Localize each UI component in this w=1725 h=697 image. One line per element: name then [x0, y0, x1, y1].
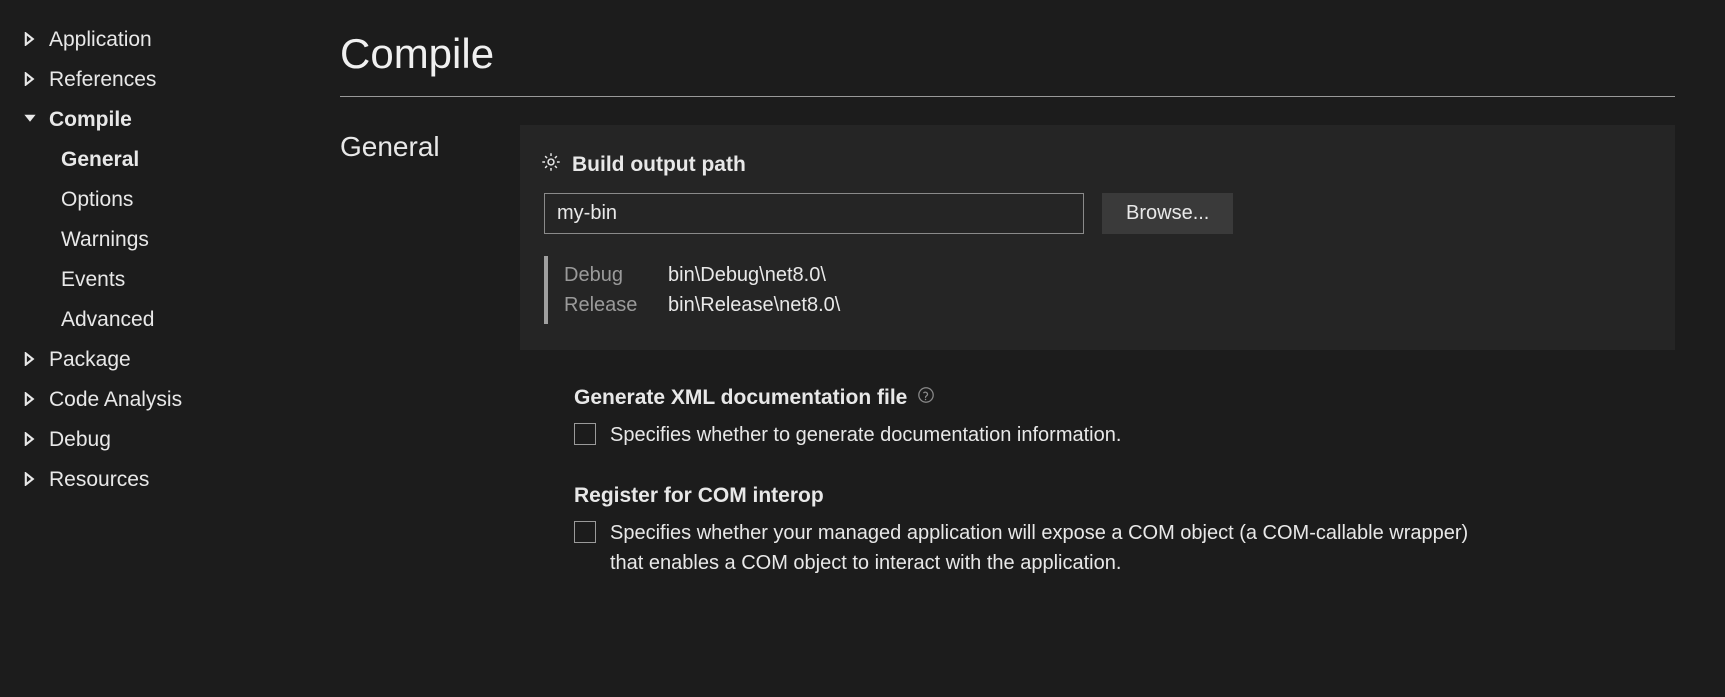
- gear-icon: [540, 151, 562, 179]
- sidebar-sub-warnings[interactable]: Warnings: [13, 220, 320, 260]
- sidebar-item-application[interactable]: Application: [13, 20, 320, 60]
- sidebar-item-label: Debug: [49, 428, 111, 452]
- chevron-right-icon: [23, 428, 49, 452]
- xml-doc-option: Generate XML documentation file Specifie…: [520, 386, 1675, 450]
- build-output-title: Build output path: [572, 153, 746, 177]
- config-name: Release: [564, 290, 644, 320]
- browse-button[interactable]: Browse...: [1102, 193, 1233, 234]
- sidebar-sub-events[interactable]: Events: [13, 260, 320, 300]
- chevron-down-icon: [23, 108, 49, 132]
- config-row-release: Release bin\Release\net8.0\: [564, 290, 1645, 320]
- xml-doc-title: Generate XML documentation file: [574, 386, 907, 410]
- sidebar-item-references[interactable]: References: [13, 60, 320, 100]
- com-interop-option: Register for COM interop Specifies wheth…: [520, 484, 1675, 578]
- xml-doc-desc: Specifies whether to generate documentat…: [610, 420, 1121, 450]
- config-row-debug: Debug bin\Debug\net8.0\: [564, 260, 1645, 290]
- sidebar-item-package[interactable]: Package: [13, 340, 320, 380]
- sidebar-item-label: Application: [49, 28, 152, 52]
- chevron-right-icon: [23, 28, 49, 52]
- build-output-panel: Build output path Browse... Debug bin\De…: [520, 125, 1675, 350]
- build-config-list: Debug bin\Debug\net8.0\ Release bin\Rele…: [544, 256, 1645, 324]
- sidebar-item-compile[interactable]: Compile: [13, 100, 320, 140]
- config-name: Debug: [564, 260, 644, 290]
- sidebar-item-resources[interactable]: Resources: [13, 460, 320, 500]
- chevron-right-icon: [23, 388, 49, 412]
- com-interop-title: Register for COM interop: [574, 484, 824, 508]
- main-content: Compile General Build output path: [320, 0, 1725, 697]
- sidebar-sub-advanced[interactable]: Advanced: [13, 300, 320, 340]
- sidebar-sub-general[interactable]: General: [13, 140, 320, 180]
- sidebar-item-label: Code Analysis: [49, 388, 182, 412]
- sidebar-item-label: References: [49, 68, 156, 92]
- com-interop-checkbox[interactable]: [574, 521, 596, 543]
- xml-doc-checkbox[interactable]: [574, 423, 596, 445]
- divider: [340, 96, 1675, 97]
- sidebar-item-label: Compile: [49, 108, 132, 132]
- chevron-right-icon: [23, 348, 49, 372]
- sidebar-sub-options[interactable]: Options: [13, 180, 320, 220]
- sidebar-item-debug[interactable]: Debug: [13, 420, 320, 460]
- config-path: bin\Debug\net8.0\: [668, 260, 826, 290]
- sidebar-item-label: Package: [49, 348, 131, 372]
- chevron-right-icon: [23, 68, 49, 92]
- sidebar: Application References Compile General O…: [0, 0, 320, 697]
- config-path: bin\Release\net8.0\: [668, 290, 840, 320]
- page-title: Compile: [340, 30, 1675, 78]
- sidebar-item-label: Resources: [49, 468, 149, 492]
- build-output-path-input[interactable]: [544, 193, 1084, 234]
- chevron-right-icon: [23, 468, 49, 492]
- com-interop-desc: Specifies whether your managed applicati…: [610, 518, 1490, 578]
- section-label: General: [340, 125, 520, 612]
- sidebar-item-code-analysis[interactable]: Code Analysis: [13, 380, 320, 420]
- help-icon[interactable]: [917, 386, 935, 410]
